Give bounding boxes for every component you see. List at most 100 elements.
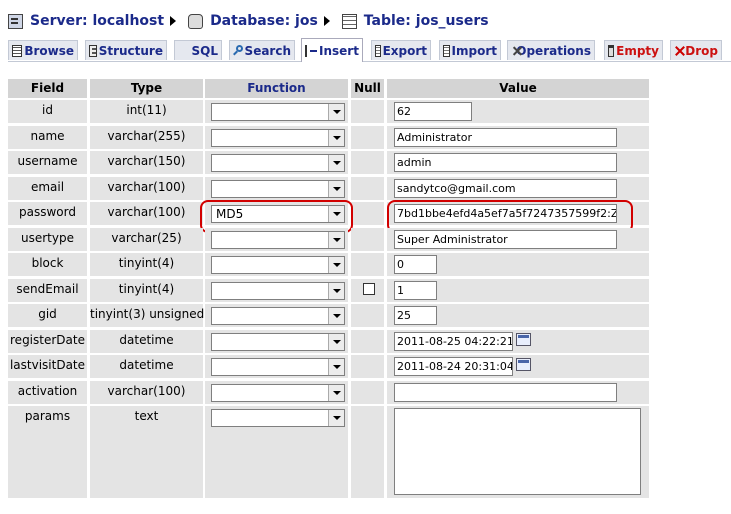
chevron-down-icon[interactable] [328,282,344,299]
value-input[interactable]: admin [394,153,617,172]
calendar-icon[interactable] [516,332,531,346]
chevron-down-icon[interactable] [328,180,344,197]
breadcrumb-arrow-icon [170,16,177,26]
function-select[interactable] [211,307,345,325]
field-name: lastvisitDate [9,358,86,372]
structure-icon [89,44,97,57]
tab-drop-label: Drop [685,43,718,58]
field-name: email [30,179,65,194]
value-input[interactable]: Super Administrator [394,229,617,249]
chevron-down-icon[interactable] [328,257,344,273]
operations-icon [511,45,514,57]
null-cell [351,176,384,200]
field-name: id [42,103,53,117]
breadcrumb-server[interactable]: Server: localhost [8,13,164,29]
tab-browse-label: Browse [24,43,74,58]
breadcrumb-database-label[interactable]: Database: jos [210,13,318,29]
chevron-down-icon[interactable] [328,155,344,171]
tab-operations[interactable]: Operations [507,40,595,60]
function-select[interactable] [211,154,345,172]
function-select[interactable] [211,128,345,147]
null-cell [351,355,384,378]
function-select[interactable] [211,230,345,249]
field-type: varchar(100) [107,205,186,219]
table-icon [341,13,357,29]
chevron-down-icon[interactable] [328,231,344,248]
field-name: usertype [21,230,74,245]
tab-operations-label: Operations [516,43,591,58]
field-type: varchar(25) [111,230,182,245]
function-select[interactable] [211,256,345,274]
value-input[interactable]: sandytco@gmail.com [394,178,617,198]
field-name: username [17,154,78,168]
chevron-down-icon[interactable] [328,129,344,146]
value-input[interactable]: 2011-08-25 04:22:21 [394,331,513,351]
tab-search-label: Search [244,43,291,58]
empty-icon [608,44,615,57]
breadcrumb-table-label[interactable]: Table: jos_users [364,13,489,29]
breadcrumb-server-label[interactable]: Server: localhost [30,13,164,29]
tab-structure-label: Structure [98,43,163,58]
chevron-down-icon[interactable] [328,104,344,120]
value-input[interactable]: 25 [394,306,437,325]
function-select[interactable] [211,383,345,402]
calendar-icon[interactable] [516,358,531,371]
tab-export[interactable]: Export [371,40,431,60]
function-select[interactable] [211,179,345,198]
null-checkbox[interactable] [363,282,375,295]
null-cell [351,227,384,251]
tab-bar-divider [8,61,731,62]
database-icon [188,13,204,29]
tab-empty[interactable]: Empty [604,40,663,60]
tab-insert-label: Insert [319,43,359,58]
null-cell [351,202,384,225]
breadcrumb-database[interactable]: Database: jos [188,13,318,29]
tab-insert[interactable]: Insert [301,38,363,62]
chevron-down-icon[interactable] [328,308,344,324]
value-input[interactable]: Administrator [394,127,617,147]
column-header-field: Field [8,79,87,98]
drop-icon [674,45,683,57]
tab-browse[interactable]: Browse [8,40,78,60]
sql-icon [178,45,190,57]
value-input[interactable] [394,382,617,402]
field-type: text [134,409,159,423]
function-select[interactable] [211,103,345,121]
chevron-down-icon[interactable] [328,359,344,375]
field-type: tinyint(4) [118,281,175,296]
field-name: password [19,205,76,219]
field-name: sendEmail [16,281,79,296]
tab-drop[interactable]: Drop [670,40,722,60]
value-input[interactable]: 62 [394,102,472,121]
value-textarea[interactable] [394,408,641,495]
field-type: int(11) [126,103,167,117]
null-cell [351,151,384,174]
field-name: activation [17,383,78,398]
tab-structure[interactable]: Structure [85,40,167,60]
function-select[interactable] [211,281,345,300]
function-select[interactable] [211,409,345,427]
browse-icon [12,44,23,57]
insert-icon [305,44,317,57]
tab-sql[interactable]: SQL [174,40,222,60]
field-name: params [24,409,71,423]
chevron-down-icon[interactable] [328,384,344,401]
breadcrumb-arrow-icon [323,16,330,26]
chevron-down-icon[interactable] [328,333,344,350]
tab-search[interactable]: Search [229,40,295,60]
import-icon [443,44,450,57]
field-type: varchar(100) [107,179,186,194]
field-name: name [30,128,65,143]
value-input[interactable]: 1 [394,280,437,300]
value-input[interactable]: 0 [394,255,437,274]
column-header-function: Function [205,79,348,98]
value-input[interactable]: 2011-08-24 20:31:04 [394,357,513,376]
function-select[interactable] [211,332,345,351]
field-type: tinyint(3) unsigned [90,307,205,321]
null-cell [351,406,384,498]
function-select[interactable] [211,358,345,376]
field-type: datetime [119,332,174,347]
chevron-down-icon[interactable] [328,410,344,426]
breadcrumb-table[interactable]: Table: jos_users [341,13,489,29]
tab-import[interactable]: Import [439,40,501,60]
